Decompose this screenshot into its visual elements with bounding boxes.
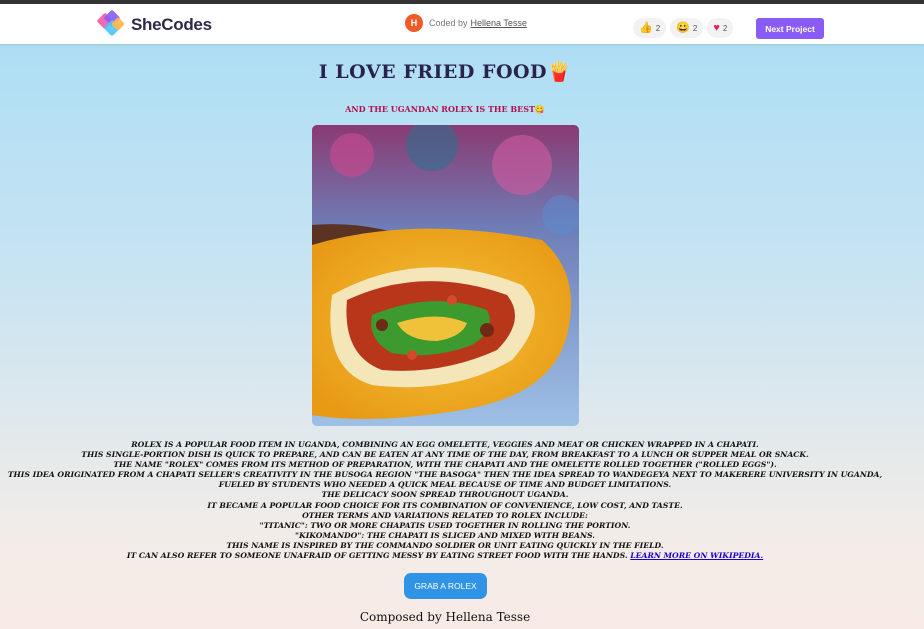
- thumbs-up-icon: 👍: [639, 21, 653, 34]
- heart-icon: ♥: [713, 21, 720, 34]
- page-title: I LOVE FRIED FOOD🍟: [318, 61, 572, 83]
- coded-by-name-link[interactable]: Hellena Tesse: [471, 18, 527, 28]
- paragraph-line: This name is inspired by the commando so…: [226, 540, 664, 550]
- reaction-grinning[interactable]: 😀 2: [670, 18, 704, 38]
- paragraph-line: "Titanic": Two or more chapatis used tog…: [259, 520, 631, 530]
- top-navbar: SheCodes H Coded by Hellena Tesse 👍 2 😀 …: [0, 0, 924, 44]
- avatar: H: [405, 14, 423, 32]
- reactions-bar: 👍 2 😀 2 ♥ 2: [633, 18, 734, 38]
- coded-by-label: Coded by: [429, 18, 468, 28]
- paragraph-line: This idea originated from a chapati sell…: [7, 470, 883, 480]
- paragraph-line: It can also refer to someone unafraid of…: [126, 551, 628, 561]
- grinning-face-icon: 😀: [676, 21, 690, 34]
- reaction-count: 2: [722, 23, 728, 33]
- coded-by: H Coded by Hellena Tesse: [405, 14, 527, 32]
- logo-text: SheCodes: [131, 15, 212, 34]
- paragraph-line: The name "Rolex" comes from its method o…: [113, 460, 777, 470]
- paragraph-line: Rolex is a popular food item in Uganda, …: [131, 440, 759, 449]
- shecodes-logo-icon: [96, 9, 128, 41]
- reaction-thumbs-up[interactable]: 👍 2: [633, 18, 667, 38]
- shecodes-logo[interactable]: SheCodes: [96, 9, 212, 41]
- reaction-count: 2: [655, 23, 661, 33]
- next-project-button[interactable]: Next Project: [756, 18, 824, 39]
- composed-by-footer: Composed by Hellena Tesse: [359, 610, 531, 624]
- paragraph-line: The delicacy soon spread throughout Ugan…: [321, 490, 569, 500]
- wikipedia-link[interactable]: Learn more on Wikipedia.: [630, 551, 763, 560]
- rolex-photo: [312, 125, 579, 426]
- reaction-heart[interactable]: ♥ 2: [707, 18, 734, 38]
- paragraph-line: This single-portion dish is quick to pre…: [81, 450, 809, 460]
- paragraph-line: Other terms and variations related to Ro…: [302, 510, 588, 520]
- reaction-count: 2: [692, 23, 698, 33]
- grab-a-rolex-button[interactable]: GRAB A ROLEX: [404, 573, 487, 599]
- page-subtitle: And the Ugandan rolex is the best😋: [345, 104, 545, 114]
- rolex-description: Rolex is a popular food item in Uganda, …: [0, 440, 890, 561]
- paragraph-line: "Kikomando": The chapati is sliced and m…: [295, 530, 595, 540]
- paragraph-line: It became a popular food choice for its …: [207, 500, 683, 510]
- paragraph-line: fueled by students who needed a quick me…: [218, 480, 672, 490]
- paragraph-line-with-link: It can also refer to someone unafraid of…: [0, 551, 890, 561]
